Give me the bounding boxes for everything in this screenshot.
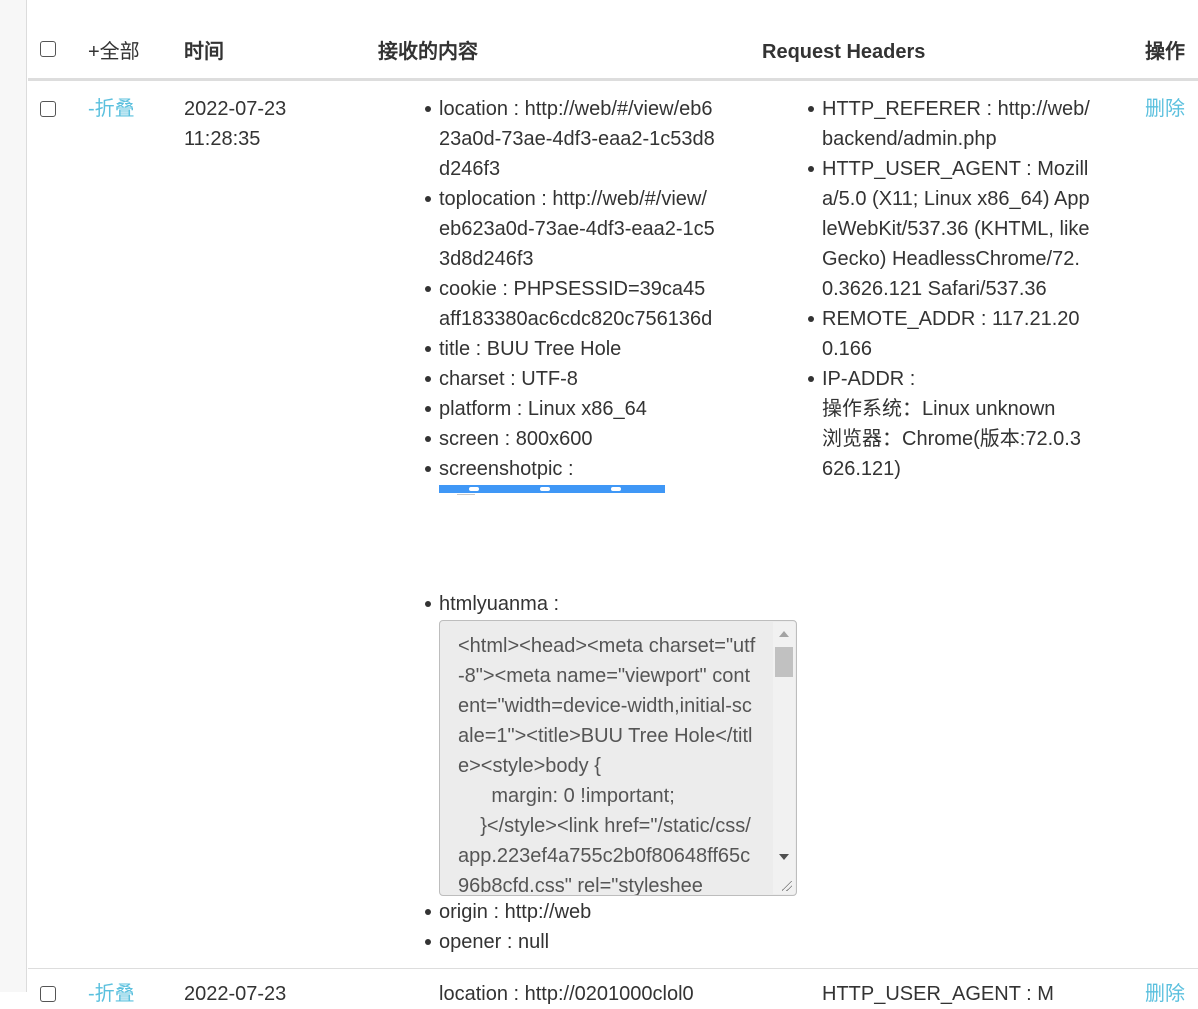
screenshot-dot: [540, 487, 550, 491]
content-origin: origin : http://web: [425, 897, 779, 927]
content-screen: screen : 800x600: [425, 424, 715, 454]
content-htmlyuanma: htmlyuanma :: [425, 589, 779, 619]
textarea-scrollbar[interactable]: [773, 622, 795, 894]
content-htmlyuanma-label: htmlyuanma :: [425, 589, 779, 619]
content-platform: platform : Linux x86_64: [425, 394, 715, 424]
screenshot-dot: [611, 487, 621, 491]
left-panel-edge: [0, 0, 27, 992]
collapse-link[interactable]: -折叠: [88, 94, 135, 124]
content-toplocation: toplocation : http://web/#/view/eb623a0d…: [425, 184, 715, 274]
select-all-checkbox[interactable]: [40, 41, 56, 57]
content-list: location : http://0201000clol0: [439, 979, 729, 1009]
content-title: title : BUU Tree Hole: [425, 334, 715, 364]
row-time: 11:28:35: [184, 128, 261, 150]
content-opener: opener : null: [425, 927, 779, 957]
content-charset: charset : UTF-8: [425, 364, 715, 394]
row-checkbox[interactable]: [40, 101, 56, 117]
screenshot-line: [457, 494, 475, 495]
header-request-headers: Request Headers: [762, 41, 926, 63]
header-ip-addr: IP-ADDR : 操作系统：Linux unknown 浏览器：Chrome(…: [808, 364, 1092, 484]
delete-link[interactable]: 删除: [1145, 979, 1185, 1009]
headers-list: HTTP_REFERER : http://web/backend/admin.…: [808, 94, 1092, 484]
delete-link[interactable]: 删除: [1145, 94, 1185, 124]
header-remote-addr: REMOTE_ADDR : 117.21.200.166: [808, 304, 1092, 364]
resize-grip-icon[interactable]: [782, 881, 792, 891]
ip-addr-label: IP-ADDR :: [822, 368, 916, 390]
scroll-up-icon[interactable]: [779, 631, 789, 637]
header-user-agent: HTTP_USER_AGENT : Mozilla/5.0 (X11; Linu…: [808, 154, 1092, 304]
content-list: location : http://web/#/view/eb623a0d-73…: [425, 94, 715, 495]
row-date: 2022-07-23: [184, 983, 287, 1005]
content-location: location : http://0201000clol0: [439, 979, 729, 1009]
expand-all-link[interactable]: +全部: [88, 37, 140, 67]
row-divider: [28, 968, 1198, 969]
header-divider: [28, 78, 1198, 81]
ip-addr-os: 操作系统：Linux unknown: [822, 398, 1056, 420]
row-checkbox[interactable]: [40, 986, 56, 1002]
html-source-text: <html><head><meta charset="utf-8"><meta …: [458, 635, 756, 896]
header-content: 接收的内容: [378, 41, 478, 63]
header-actions: 操作: [1145, 41, 1185, 63]
collapse-link[interactable]: -折叠: [88, 979, 135, 1009]
content-tail: origin : http://web opener : null: [425, 897, 779, 957]
content-cookie: cookie : PHPSESSID=39ca45aff183380ac6cdc…: [425, 274, 715, 334]
header-time: 时间: [184, 41, 224, 63]
screenshot-dot: [469, 487, 479, 491]
header-referer: HTTP_REFERER : http://web/backend/admin.…: [808, 94, 1092, 154]
content-location: location : http://web/#/view/eb623a0d-73…: [425, 94, 715, 184]
screenshot-thumbnail[interactable]: [439, 485, 665, 495]
row-date: 2022-07-23: [184, 98, 287, 120]
ip-addr-browser: 浏览器：Chrome(版本:72.0.3626.121): [822, 428, 1081, 480]
scroll-down-icon[interactable]: [779, 854, 789, 860]
scroll-thumb[interactable]: [775, 647, 793, 677]
html-source-textarea[interactable]: <html><head><meta charset="utf-8"><meta …: [439, 620, 797, 896]
content-screenshotpic-label: screenshotpic :: [425, 454, 715, 484]
headers-list: HTTP_USER_AGENT : M: [822, 979, 1092, 1009]
header-user-agent: HTTP_USER_AGENT : M: [822, 979, 1092, 1009]
